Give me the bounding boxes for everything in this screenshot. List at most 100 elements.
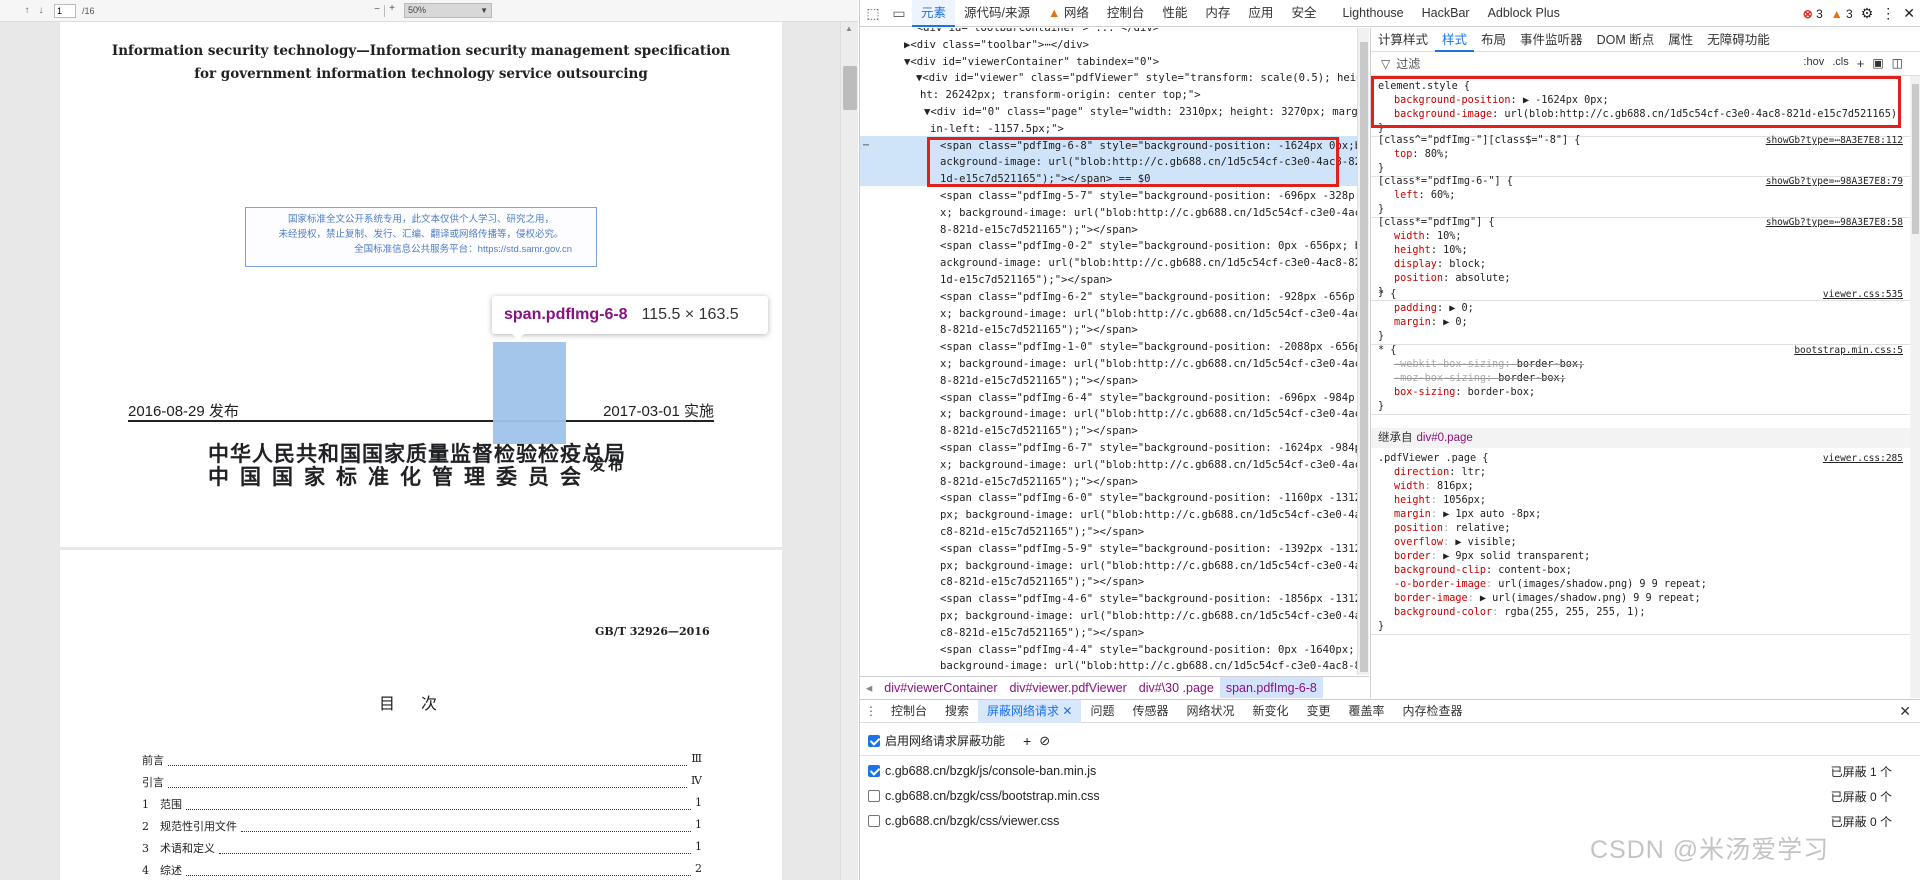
property-name[interactable]: height [1394,245,1431,256]
tab-accessibility[interactable]: 无障碍功能 [1700,28,1777,52]
dom-node-line[interactable]: <div id="toolbarContainer"> ... </div> [904,28,1357,37]
drawer-tab-console[interactable]: 控制台 [882,700,936,723]
style-property[interactable]: display: block; [1378,258,1911,272]
tab-computed[interactable]: 计算样式 [1371,28,1435,52]
rule-source-link[interactable]: viewer.css:285 [1823,452,1903,466]
toc-row[interactable]: 4 综述 2 [142,862,702,880]
more-options-icon[interactable]: ⋮ [860,704,882,718]
tab-dom-breakpoints[interactable]: DOM 断点 [1590,28,1662,52]
style-property[interactable]: left: 60%; [1378,189,1911,203]
elements-scrollbar[interactable] [1357,28,1369,675]
style-property[interactable]: width: 816px; [1378,480,1911,494]
more-options-icon[interactable]: ⋮ [1881,5,1895,22]
drawer-tab-whats-new[interactable]: 新变化 [1244,700,1298,723]
toc-row[interactable]: 2 规范性引用文件 1 [142,818,702,838]
tab-styles[interactable]: 样式 [1435,28,1475,52]
more-actions-icon[interactable]: ⋯ [863,138,869,155]
drawer-tab-issues[interactable]: 问题 [1081,700,1123,723]
zoom-select[interactable]: 50% ▼ [404,3,492,18]
property-value[interactable]: block; [1449,259,1486,270]
style-property[interactable]: -o-border-image: url(images/shadow.png) … [1378,578,1911,592]
property-name[interactable]: border-image [1394,593,1468,604]
style-property[interactable]: position: relative; [1378,522,1911,536]
tab-network[interactable]: ▲ 网络 [1039,0,1098,27]
rule-source-link[interactable]: viewer.css:535 [1823,288,1903,302]
property-value[interactable]: 1056px; [1443,495,1486,506]
add-pattern-icon[interactable]: + [1023,733,1031,749]
sidebar-toggle-icon[interactable]: ◫ [1892,56,1903,71]
property-value[interactable]: 10%; [1437,231,1462,242]
style-property[interactable]: top: 80%; [1378,148,1911,162]
property-name[interactable]: border [1394,551,1431,562]
dom-node-line[interactable]: <span class="pdfImg-4-6" style="backgrou… [940,591,1357,608]
property-value[interactable]: 80%; [1425,149,1450,160]
property-name[interactable]: -moz-box-sizing [1394,373,1486,384]
property-name[interactable]: -o-border-image [1394,579,1486,590]
property-name[interactable]: -webkit-box-sizing [1394,359,1504,370]
drawer-tab-search[interactable]: 搜索 [936,700,978,723]
property-value[interactable]: border-box; [1468,387,1535,398]
dom-node-line[interactable]: ▶<div class="toolbar">⋯</div> [904,37,1357,54]
drawer-tab-coverage[interactable]: 覆盖率 [1340,700,1394,723]
property-name[interactable]: height [1394,495,1431,506]
property-value[interactable]: 816px; [1437,481,1474,492]
drawer-tab-request-blocking[interactable]: 屏蔽网络请求 ✕ [978,699,1082,723]
dom-node-line[interactable]: <span class="pdfImg-1-0" style="backgrou… [940,339,1357,356]
blocked-request-row[interactable]: c.gb688.cn/bzgk/css/viewer.css 已屏蔽 0 个 [868,811,1908,831]
dom-node-line[interactable]: 8-821d-e15c7d521165");"></span> [940,322,1357,339]
drawer-tab-memory-inspector[interactable]: 内存检查器 [1394,700,1472,723]
property-value[interactable]: 60%; [1431,190,1456,201]
clear-patterns-icon[interactable]: ⊘ [1039,733,1050,749]
property-value[interactable]: content-box; [1498,565,1572,576]
dom-node-line[interactable]: <span class="pdfImg-4-4" style="backgrou… [940,642,1357,659]
property-name[interactable]: margin [1394,509,1431,520]
tab-memory[interactable]: 内存 [1196,0,1239,27]
dom-node-line[interactable]: ▼<div id="viewer" class="pdfViewer" styl… [916,70,1357,87]
property-name[interactable]: position [1394,273,1443,284]
property-value[interactable]: ltr; [1461,467,1486,478]
dom-node-line[interactable]: 8-821d-e15c7d521165");"></span> [940,222,1357,239]
dom-node-line[interactable]: <span class="pdfImg-5-7" style="backgrou… [940,188,1357,205]
dom-node-line[interactable]: px; background-image: url("blob:http://c… [940,558,1357,575]
property-name[interactable]: width [1394,231,1425,242]
property-value[interactable]: ▶ 0; [1443,317,1468,328]
scrollbar-thumb[interactable] [1912,84,1919,234]
toc-row[interactable]: 1 范围 1 [142,796,702,816]
dom-node-line[interactable]: x; background-image: url("blob:http://c.… [940,356,1357,373]
dom-node-line[interactable]: px; background-image: url("blob:http://c… [940,608,1357,625]
breadcrumb-item[interactable]: div#viewerContainer [878,677,1003,698]
pdf-scrollbar[interactable]: ▲ [840,22,858,880]
style-property[interactable]: margin: ▶ 0; [1378,316,1911,330]
style-property[interactable]: -moz-box-sizing: border-box; [1378,372,1911,386]
tab-hackbar[interactable]: HackBar [1413,0,1479,27]
request-checkbox[interactable] [868,815,880,827]
toc-row[interactable]: 引言 Ⅳ [142,774,702,794]
request-checkbox[interactable] [868,790,880,802]
tab-adblock[interactable]: Adblock Plus [1479,0,1569,27]
style-property[interactable]: border: ▶ 9px solid transparent; [1378,550,1911,564]
style-property[interactable]: direction: ltr; [1378,466,1911,480]
tab-security[interactable]: 安全 [1282,0,1325,27]
dom-node-line[interactable]: in-left: -1157.5px;"> [930,121,1357,138]
close-icon[interactable]: ✕ [1903,5,1915,22]
toc-row[interactable]: 前言 Ⅲ [142,752,702,772]
property-value[interactable]: ▶ 9px solid transparent; [1443,551,1590,562]
dom-node-line[interactable]: ht: 26242px; transform-origin: center to… [920,87,1357,104]
toc-row[interactable]: 3 术语和定义 1 [142,840,702,860]
device-toolbar-icon[interactable]: ▭ [886,5,912,22]
next-page-icon[interactable]: ↓ [34,5,48,16]
style-property[interactable]: border-image: ▶ url(images/shadow.png) 9… [1378,592,1911,606]
close-icon[interactable]: ✕ [1062,704,1072,718]
styles-scrollbar[interactable] [1910,76,1920,698]
dom-node-line[interactable]: background-image: url("blob:http://c.gb6… [940,658,1357,675]
dom-node-line[interactable]: <span class="pdfImg-6-2" style="backgrou… [940,289,1357,306]
dom-node-line[interactable]: <span class="pdfImg-0-2" style="backgrou… [940,238,1357,255]
property-value[interactable]: ▶ 0; [1449,303,1474,314]
scroll-up-icon[interactable]: ▲ [845,24,853,33]
property-name[interactable]: box-sizing [1394,387,1455,398]
zoom-in-button[interactable]: + [385,3,399,14]
style-property[interactable]: background-clip: content-box; [1378,564,1911,578]
style-property[interactable]: background-color: rgba(255, 255, 255, 1)… [1378,606,1911,620]
tab-console[interactable]: 控制台 [1098,0,1154,27]
paint-bucket-icon[interactable]: ▣ [1872,56,1883,71]
